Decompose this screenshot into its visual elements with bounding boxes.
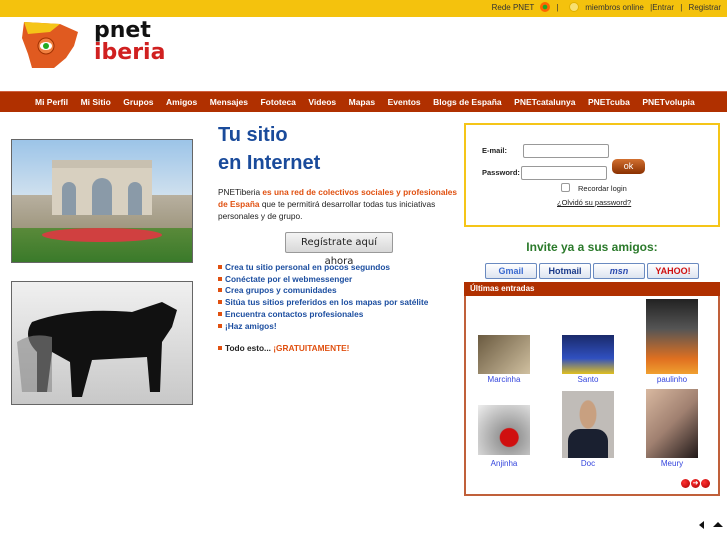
gmail-button[interactable]: Gmail bbox=[485, 263, 537, 279]
user-photo-meury[interactable] bbox=[646, 389, 698, 458]
nav-pnetcatalunya[interactable]: PNETcatalunya bbox=[514, 92, 575, 112]
email-input[interactable] bbox=[523, 144, 609, 158]
yahoo-button[interactable]: YAHOO! bbox=[647, 263, 699, 279]
prev-page-dot-icon[interactable] bbox=[681, 479, 690, 488]
user-name-link[interactable]: Santo bbox=[553, 375, 623, 384]
top-bar: Rede PNET | miembros online |Entrar | Re… bbox=[0, 0, 727, 17]
nav-grupos[interactable]: Grupos bbox=[123, 92, 153, 112]
remember-login-checkbox[interactable] bbox=[561, 183, 570, 192]
scroll-left-icon[interactable] bbox=[699, 521, 704, 529]
nav-amigos[interactable]: Amigos bbox=[166, 92, 197, 112]
nav-videos[interactable]: Videos bbox=[308, 92, 336, 112]
user-photo-paulinho[interactable] bbox=[646, 299, 698, 374]
user-photo-anjinha[interactable] bbox=[478, 405, 530, 455]
smiley-icon bbox=[568, 2, 579, 12]
separator: | bbox=[556, 3, 559, 12]
login-link[interactable]: |Entrar bbox=[650, 3, 674, 12]
feature-item: Sitúa tus sitios preferidos en los mapas… bbox=[218, 297, 428, 309]
user-photo-santo[interactable] bbox=[562, 335, 614, 374]
feature-item: Crea tu sitio personal en pocos segundos bbox=[218, 262, 428, 274]
puerta-de-alcala-image bbox=[11, 139, 193, 263]
nav-eventos[interactable]: Eventos bbox=[388, 92, 421, 112]
remember-login-label: Recordar login bbox=[578, 184, 627, 193]
user-name-link[interactable]: Meury bbox=[637, 459, 707, 468]
feature-item: ¡Haz amigos! bbox=[218, 321, 428, 333]
nav-mapas[interactable]: Mapas bbox=[349, 92, 375, 112]
nav-mi-sitio[interactable]: Mi Sitio bbox=[81, 92, 111, 112]
free-highlight: ¡GRATUITAMENTE! bbox=[273, 343, 350, 354]
pnet-eye-icon bbox=[540, 2, 551, 12]
ok-button[interactable]: ok bbox=[612, 159, 645, 174]
members-online-link[interactable]: miembros online bbox=[585, 3, 644, 12]
user-photo-doc[interactable] bbox=[562, 391, 614, 458]
intro-paragraph: PNETiberia es una red de colectivos soci… bbox=[218, 186, 464, 222]
register-now-button[interactable]: Regístrate aquí ahora bbox=[285, 232, 393, 267]
password-label: Password: bbox=[482, 168, 520, 177]
osborne-bull-image bbox=[11, 281, 193, 405]
intro-text: PNETiberia bbox=[218, 187, 263, 197]
user-name-link[interactable]: paulinho bbox=[637, 375, 707, 384]
main-nav: Mi Perfil Mi Sitio Grupos Amigos Mensaje… bbox=[0, 91, 727, 112]
user-name-link[interactable]: Anjinha bbox=[469, 459, 539, 468]
next-arrow-icon[interactable]: ➜ bbox=[691, 479, 700, 488]
nav-pnetvolupia[interactable]: PNETvolupia bbox=[642, 92, 694, 112]
user-photo-marcinha[interactable] bbox=[478, 335, 530, 374]
rede-pnet-link[interactable]: Rede PNET bbox=[492, 3, 535, 12]
free-text: Todo esto... bbox=[225, 343, 274, 354]
free-item: Todo esto... ¡GRATUITAMENTE! bbox=[218, 343, 428, 355]
password-input[interactable] bbox=[521, 166, 607, 180]
invite-friends-title: Invite ya a sus amigos: bbox=[526, 240, 658, 254]
user-name-link[interactable]: Marcinha bbox=[469, 375, 539, 384]
register-link[interactable]: Registrar bbox=[689, 3, 721, 12]
nav-fototeca[interactable]: Fototeca bbox=[260, 92, 295, 112]
page-dot-icon[interactable] bbox=[701, 479, 710, 488]
scroll-up-icon[interactable] bbox=[713, 522, 723, 527]
hero-title-line1: Tu sitio bbox=[218, 124, 288, 146]
forgot-password-link[interactable]: ¿Olvidó su password? bbox=[557, 198, 631, 207]
logo-text-iberia: iberia bbox=[94, 40, 166, 65]
user-name-link[interactable]: Doc bbox=[553, 459, 623, 468]
feature-item: Crea grupos y comunidades bbox=[218, 285, 428, 297]
feature-item: Encuentra contactos profesionales bbox=[218, 309, 428, 321]
nav-blogs[interactable]: Blogs de España bbox=[433, 92, 502, 112]
nav-mensajes[interactable]: Mensajes bbox=[210, 92, 248, 112]
latest-entries-header: Últimas entradas bbox=[464, 282, 720, 296]
email-label: E-mail: bbox=[482, 146, 508, 155]
spain-map-icon bbox=[22, 22, 78, 68]
nav-mi-perfil[interactable]: Mi Perfil bbox=[35, 92, 68, 112]
logo[interactable]: pnet iberia bbox=[20, 18, 170, 73]
nav-pnetcuba[interactable]: PNETcuba bbox=[588, 92, 630, 112]
feature-item: Conéctate por el webmessenger bbox=[218, 274, 428, 286]
separator: | bbox=[680, 3, 683, 12]
feature-list: Crea tu sitio personal en pocos segundos… bbox=[218, 262, 428, 355]
hero-title-line2: en Internet bbox=[218, 152, 321, 174]
hotmail-button[interactable]: Hotmail bbox=[539, 263, 591, 279]
msn-button[interactable]: msn bbox=[593, 263, 645, 279]
